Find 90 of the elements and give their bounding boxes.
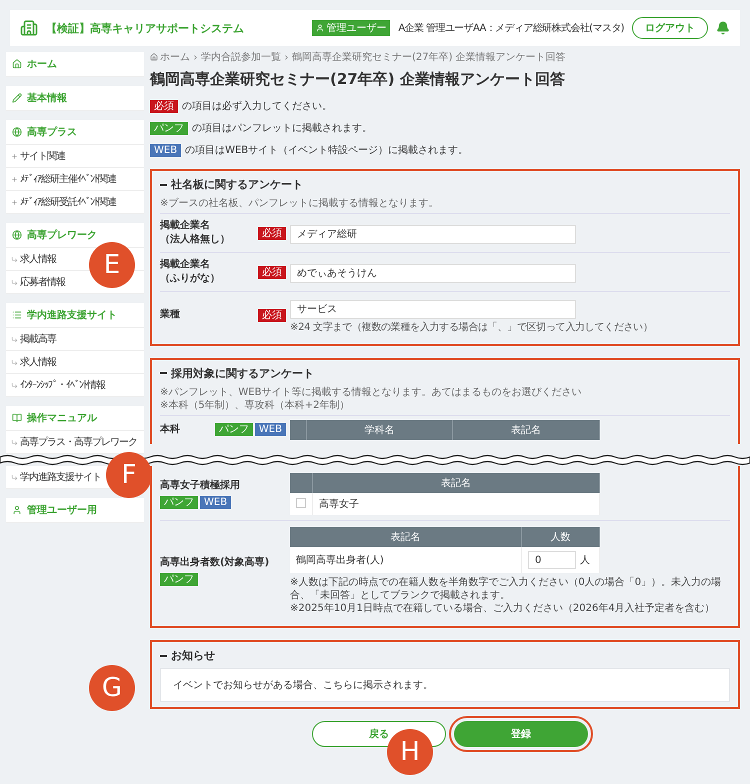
field-sublabel: （法人格無し）	[160, 233, 230, 247]
table-header	[290, 473, 312, 493]
table-header	[290, 420, 306, 440]
section-title: 社名板に関するアンケート	[171, 177, 303, 192]
tag-label: パンフ	[150, 122, 188, 134]
note-text: ※人数は下記の時点での在籍人数を半角数字でご入力ください（0人の場合「0」）。未入力の場合、「未回答」としてブランクで掲載されます。	[290, 576, 722, 602]
corner-arrow-icon	[11, 336, 18, 342]
hint-text: ※24 文字まで（複数の業種を入力する場合は「、」で区切って入力してください）	[290, 320, 654, 334]
note-text: ※パンフレット、WEBサイト等に掲載する情報となります。あてはまるものをお選びください	[160, 386, 582, 398]
note-text: ※ブースの社名板、パンフレットに掲載する情報となります。	[160, 197, 440, 210]
role-text: 管理ユーザー	[326, 22, 386, 35]
field-label: 本科	[160, 422, 180, 436]
tag-label: 必須	[258, 308, 286, 322]
home-icon	[150, 53, 158, 61]
section-title: 採用対象に関するアンケート	[171, 366, 314, 380]
field-label: 掲載企業名	[160, 258, 211, 272]
section-title: お知らせ	[171, 648, 215, 663]
tag-label: 必須	[258, 266, 286, 278]
globe-icon	[12, 127, 22, 137]
note-text: ※2025年10月1日時点で在籍している場合、ご入力ください（2026年4月入社予定者を含む）	[290, 602, 716, 615]
corner-arrow-icon	[11, 474, 18, 480]
corner-arrow-icon	[11, 256, 18, 262]
building-icon	[20, 19, 38, 37]
breadcrumb-link[interactable]: ホーム	[160, 50, 190, 64]
app-title: 【検証】高専キャリアサポートシステム	[46, 20, 245, 36]
note-text: ※本科（5年制）、専攻科（本科+2年制）	[160, 398, 350, 412]
corner-arrow-icon	[11, 438, 18, 446]
breadcrumb-link[interactable]: 学内合説参加一覧	[201, 50, 281, 64]
plus-icon	[11, 198, 18, 206]
callout-marker: G	[89, 665, 135, 711]
sidebar-subitem[interactable]: 掲載高専	[11, 334, 56, 344]
number-field[interactable]: 0	[528, 551, 576, 569]
tag-label: WEB	[200, 496, 232, 509]
corner-arrow-icon	[11, 358, 18, 366]
column-header: 表記名	[312, 473, 600, 493]
field-label: 業種	[160, 308, 180, 322]
callout-marker: F	[106, 452, 152, 498]
table-cell: 高専女子	[312, 493, 600, 515]
unit-text: 人	[580, 554, 590, 566]
home-icon	[12, 59, 22, 69]
tag-label: パンフ	[214, 423, 253, 436]
user-icon	[316, 24, 324, 32]
sidebar-subitem[interactable]: サイト関連	[11, 150, 65, 162]
globe-icon	[12, 230, 22, 240]
sidebar-subitem[interactable]: 求人情報	[11, 356, 56, 368]
breadcrumb-link[interactable]: 鶴岡高専企業研究セミナー(27年卒) 企業情報アンケート回答	[292, 50, 566, 64]
legend-text: の項目は必ず入力してください。	[182, 100, 332, 113]
sidebar-subitem[interactable]: ﾒﾃﾞｨｱ総研主催ｲﾍﾞﾝﾄ関連	[11, 174, 116, 184]
sidebar-subitem[interactable]: ｲﾝﾀｰﾝｼｯﾌﾟ・ｲﾍﾞﾝﾄ情報	[11, 380, 105, 390]
sidebar-subitem[interactable]: 求人情報	[11, 254, 56, 264]
field-label: 高専出身者数(対象高専)	[160, 556, 270, 570]
field-label: 高専女子積極採用	[160, 479, 240, 493]
sidebar-subitem[interactable]: 高専プラス・高専プレワーク	[11, 436, 137, 448]
sidebar-subitem[interactable]: 学内進路支援サイト	[11, 472, 101, 482]
bell-icon[interactable]	[716, 21, 730, 35]
corner-arrow-icon	[11, 382, 18, 388]
sidebar-subitem[interactable]: ﾒﾃﾞｨｱ総研受託ｲﾍﾞﾝﾄ関連	[11, 196, 116, 208]
user-name: A企業 管理ユーザAA：メディア総研株式会社(マスタ)	[398, 22, 624, 35]
plus-icon	[11, 152, 18, 160]
column-header: 学科名	[306, 420, 453, 440]
plus-icon	[11, 176, 18, 182]
book-icon	[12, 413, 22, 423]
table-cell: 鶴岡高専出身者(人)	[290, 547, 522, 573]
checkbox[interactable]	[296, 498, 306, 508]
field-sublabel: （ふりがな）	[160, 272, 220, 286]
column-header: 表記名	[452, 420, 600, 440]
sidebar-subitem[interactable]: 応募者情報	[11, 276, 65, 288]
page-title: 鶴岡高専企業研究セミナー(27年卒) 企業情報アンケート回答	[150, 70, 566, 89]
chevron-icon	[192, 54, 199, 60]
corner-arrow-icon	[11, 278, 18, 286]
tag-label: WEB	[254, 423, 286, 436]
input-field[interactable]: サービス	[290, 300, 576, 318]
callout-marker: H	[387, 729, 433, 775]
tag-label: パンフ	[160, 496, 198, 509]
user-icon	[12, 505, 22, 515]
pencil-icon	[12, 93, 22, 103]
tag-label: パンフ	[160, 573, 198, 586]
chevron-icon	[283, 54, 290, 60]
input-field[interactable]: めでぃあそうけん	[290, 264, 576, 283]
tag-label: WEB	[150, 144, 182, 156]
tag-label: 必須	[258, 226, 286, 240]
column-header: 表記名	[290, 527, 522, 547]
tag-label: 必須	[150, 100, 178, 112]
input-field[interactable]: メディア総研	[290, 224, 576, 244]
legend-text: の項目はWEBサイト（イベント特設ページ）に掲載されます。	[185, 144, 468, 157]
notice-message: イベントでお知らせがある場合、こちらに掲示されます。	[160, 668, 730, 702]
list-icon	[12, 310, 22, 320]
legend-text: の項目はパンフレットに掲載されます。	[192, 122, 372, 135]
field-label: 掲載企業名	[160, 219, 211, 233]
column-header: 人数	[522, 527, 600, 547]
